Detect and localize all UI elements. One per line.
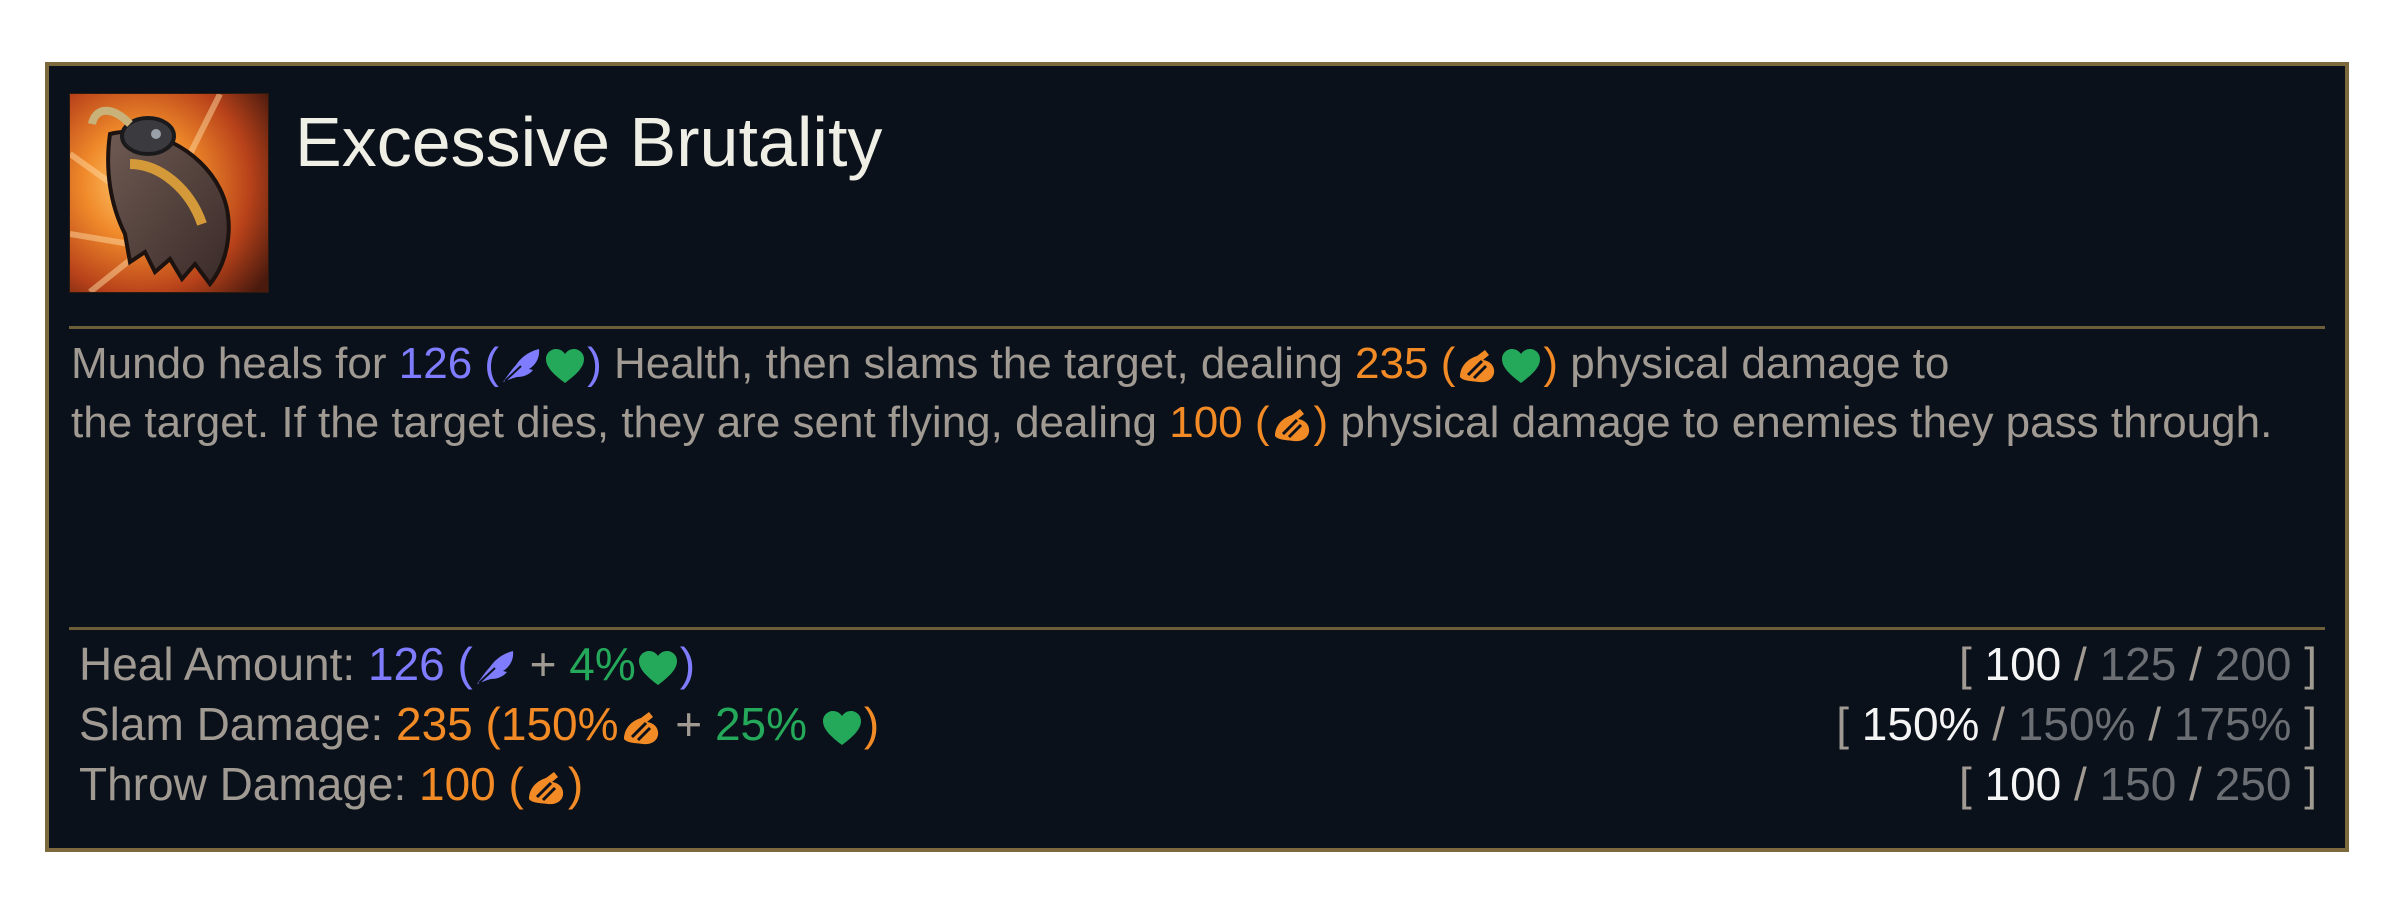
rank-1-value: 100 (1984, 758, 2062, 810)
attack-damage-icon (1455, 347, 1499, 385)
slam-value: 235 (1355, 339, 1429, 388)
paren-open: ( (495, 758, 524, 810)
rank-3-value: 250 (2214, 758, 2292, 810)
rank-2-value: 150% (2017, 698, 2136, 750)
rank-2-value: 150 (2099, 758, 2177, 810)
rank-3-value: 200 (2214, 638, 2292, 690)
stat-row-slam-damage: Slam Damage: 235 (150% + 25% ) [ 150% / … (79, 694, 2317, 754)
health-heart-icon (1499, 347, 1543, 385)
bracket-open: [ (1836, 698, 1862, 750)
bracket-open: [ (1958, 758, 1985, 810)
paren-open: ( (444, 638, 473, 690)
health-ratio: 4% (569, 638, 636, 690)
plus-sign: + (516, 638, 570, 690)
rank-separator: / (2176, 758, 2215, 810)
stat-formula: Heal Amount: 126 ( + 4%) (79, 634, 695, 694)
description-text: the target. If the target dies, they are… (71, 398, 1170, 447)
heal-value: 126 (398, 339, 473, 388)
paren-close: ) (863, 698, 880, 750)
stats-divider (69, 627, 2325, 630)
rank-values: [ 100 / 125 / 200 ] (1959, 634, 2317, 694)
attack-damage-icon (524, 769, 568, 807)
health-heart-icon (543, 347, 587, 385)
paren-close: ) (1313, 398, 1329, 447)
description-line-1: Mundo heals for 126 () Health, then slam… (71, 334, 2323, 393)
description-line-2: the target. If the target dies, they are… (71, 393, 2323, 452)
attack-damage-ratio: 150% (500, 698, 619, 750)
paren-open: ( (472, 698, 501, 750)
rank-separator: / (2061, 758, 2100, 810)
health-heart-icon (636, 649, 680, 687)
rank-separator: / (2135, 698, 2174, 750)
stat-formula: Slam Damage: 235 (150% + 25% ) (79, 694, 879, 754)
description-text: physical damage to enemies they pass thr… (1328, 398, 2273, 447)
rank-1-value: 150% (1861, 698, 1980, 750)
rank-values: [ 100 / 150 / 250 ] (1959, 754, 2317, 814)
stat-formula: Throw Damage: 100 () (79, 754, 583, 814)
plus-sign: + (662, 698, 715, 750)
stat-value: 126 (367, 638, 445, 690)
description-text: Mundo heals for (71, 339, 399, 388)
ability-stats: Heal Amount: 126 ( + 4%) [ 100 / 125 / 2… (79, 634, 2317, 814)
stat-label: Slam Damage: (79, 698, 397, 750)
description-text: Health, then slams the target, dealing (601, 339, 1356, 388)
ability-power-icon (473, 649, 517, 687)
rank-separator: / (1979, 698, 2018, 750)
description-text: physical damage to (1558, 339, 1950, 388)
paren-close: ) (587, 339, 602, 388)
paren-close: ) (567, 758, 584, 810)
bracket-close: ] (2291, 698, 2317, 750)
attack-damage-icon (619, 709, 663, 747)
stat-label: Throw Damage: (79, 758, 420, 810)
stat-label: Heal Amount: (79, 638, 368, 690)
paren-close: ) (1543, 339, 1559, 388)
paren-open: ( (472, 339, 500, 388)
rank-1-value: 100 (1984, 638, 2062, 690)
rank-separator: / (2061, 638, 2100, 690)
health-heart-icon (820, 709, 864, 747)
ability-description: Mundo heals for 126 () Health, then slam… (71, 334, 2323, 452)
bracket-open: [ (1958, 638, 1985, 690)
stat-value: 235 (396, 698, 473, 750)
stat-row-heal-amount: Heal Amount: 126 ( + 4%) [ 100 / 125 / 2… (79, 634, 2317, 694)
rank-values: [ 150% / 150% / 175% ] (1836, 694, 2317, 754)
rank-2-value: 125 (2099, 638, 2177, 690)
bracket-close: ] (2291, 638, 2317, 690)
rank-3-value: 175% (2173, 698, 2292, 750)
paren-open: ( (1242, 398, 1270, 447)
brutality-cleaver-icon (69, 93, 269, 293)
health-ratio: 25% (714, 698, 820, 750)
stat-row-throw-damage: Throw Damage: 100 () [ 100 / 150 / 250 ] (79, 754, 2317, 814)
stat-value: 100 (419, 758, 496, 810)
paren-open: ( (1428, 339, 1456, 388)
bracket-close: ] (2291, 758, 2317, 810)
rank-separator: / (2176, 638, 2215, 690)
header-divider (69, 326, 2325, 329)
ability-power-icon (499, 347, 543, 385)
tooltip-header: Excessive Brutality (69, 93, 2325, 293)
ability-title: Excessive Brutality (295, 103, 883, 181)
paren-close: ) (679, 638, 696, 690)
ability-tooltip: Excessive Brutality Mundo heals for 126 … (45, 62, 2349, 852)
throw-value: 100 (1169, 398, 1243, 447)
attack-damage-icon (1270, 406, 1314, 444)
